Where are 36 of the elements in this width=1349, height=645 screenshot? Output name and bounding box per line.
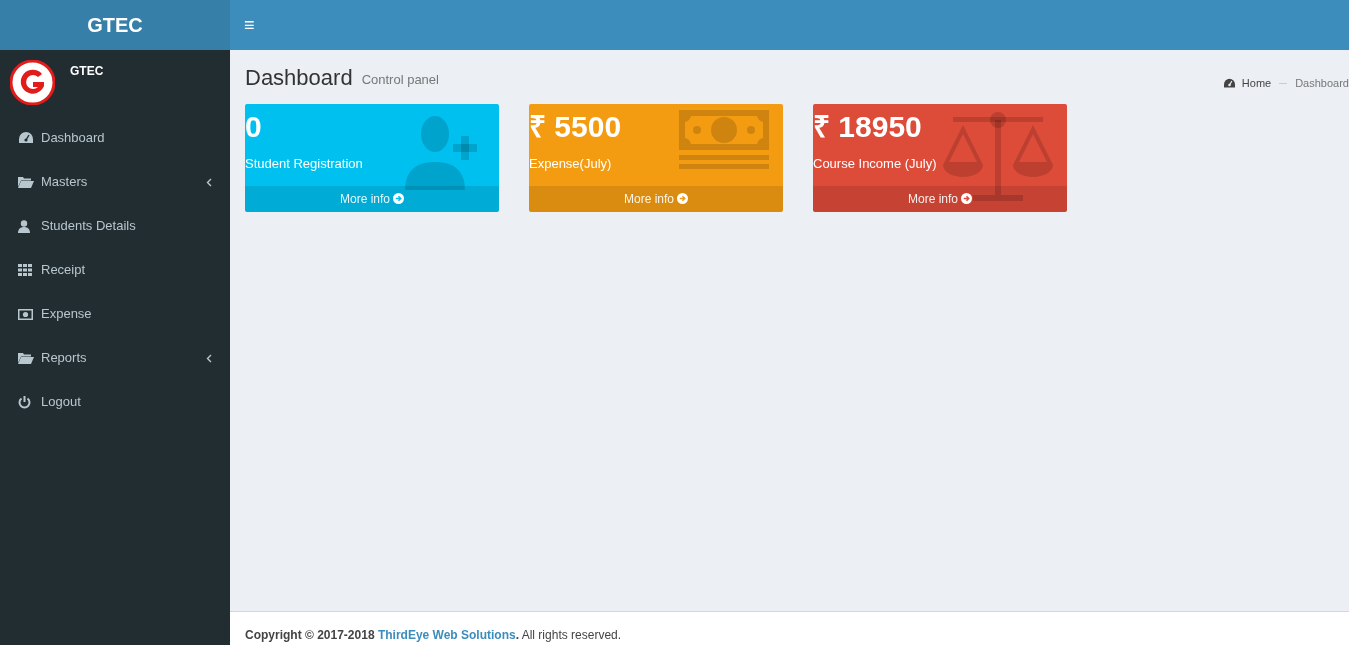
banknote-icon — [18, 308, 33, 320]
sidebar-item[interactable]: Dashboard — [0, 116, 230, 160]
stat-value: ₹ 18950 — [813, 111, 922, 142]
page-title: Dashboard — [245, 64, 353, 92]
gauge-icon — [1222, 77, 1236, 89]
folder-icon — [18, 176, 34, 188]
stat-label: Student Registration — [245, 154, 363, 173]
sidebar-item[interactable]: Expense — [0, 292, 230, 336]
sidebar-item[interactable]: Masters — [0, 160, 230, 204]
logo-icon — [10, 60, 55, 105]
breadcrumb-current: Dashboard — [1295, 76, 1349, 91]
more-info-link[interactable]: More info — [813, 185, 1067, 212]
sidebar-item[interactable]: Receipt — [0, 248, 230, 292]
folder-icon — [18, 352, 34, 364]
power-icon — [18, 395, 31, 409]
arrow-circle-right-icon — [961, 193, 972, 204]
banknote-icon — [679, 109, 769, 170]
sidebar-item[interactable]: Students Details — [0, 204, 230, 248]
company-link[interactable]: ThirdEye Web Solutions — [377, 628, 516, 642]
sidebar-item[interactable]: Logout — [0, 380, 230, 424]
sidebar-item[interactable]: Reports — [0, 336, 230, 380]
stat-value: ₹ 5500 — [529, 111, 622, 142]
arrow-circle-right-icon — [393, 193, 404, 204]
page-subtitle: Control panel — [361, 71, 439, 89]
grid-icon — [18, 264, 32, 276]
copyright-text: Copyright © 2017-2018 ThirdEye Web Solutions. All rights reserved. — [245, 627, 622, 644]
stat-label: Course Income (July) — [813, 154, 937, 173]
stat-value: 0 — [245, 111, 262, 142]
menu-toggle-button[interactable]: ≡ — [244, 16, 255, 34]
breadcrumb-link[interactable]: Home — [1241, 75, 1272, 92]
gauge-icon — [18, 131, 34, 145]
user-name: GTEC — [70, 63, 104, 80]
arrow-circle-right-icon — [677, 193, 688, 204]
app-logo-text[interactable]: GTEC — [87, 10, 143, 40]
user-icon — [18, 219, 30, 233]
stat-label: Expense(July) — [529, 154, 612, 173]
